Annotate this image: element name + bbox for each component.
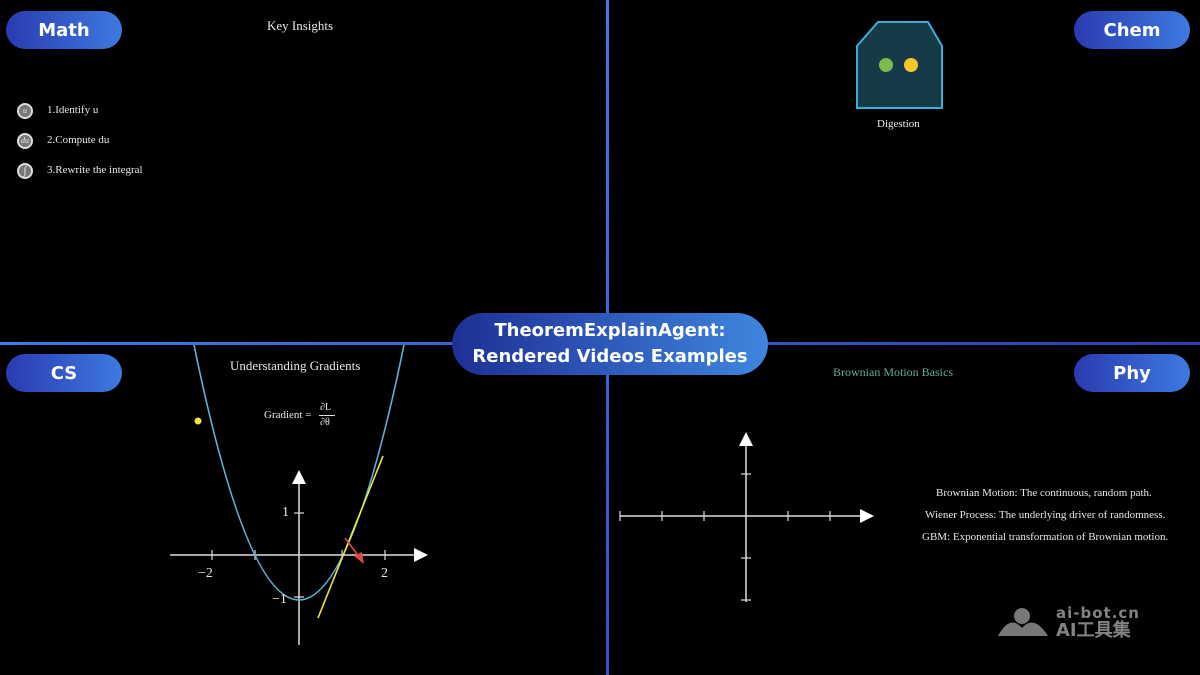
watermark-name: AI工具集 xyxy=(1056,620,1131,641)
phy-note-3: GBM: Exponential transformation of Brown… xyxy=(922,531,1169,543)
center-title-badge: TheoremExplainAgent: Rendered Videos Exa… xyxy=(452,313,768,375)
phy-y-arrowhead xyxy=(739,432,753,446)
phy-note-1: Brownian Motion: The continuous, random … xyxy=(936,487,1152,499)
center-title-line2: Rendered Videos Examples xyxy=(472,346,748,367)
phy-ticks xyxy=(619,473,831,601)
watermark: ai-bot.cn AI工具集 xyxy=(996,604,1140,640)
phy-note-2: Wiener Process: The underlying driver of… xyxy=(925,509,1166,521)
watermark-logo-icon xyxy=(998,608,1048,636)
phy-x-arrowhead xyxy=(860,509,874,523)
center-title-line1: TheoremExplainAgent: xyxy=(494,320,726,341)
